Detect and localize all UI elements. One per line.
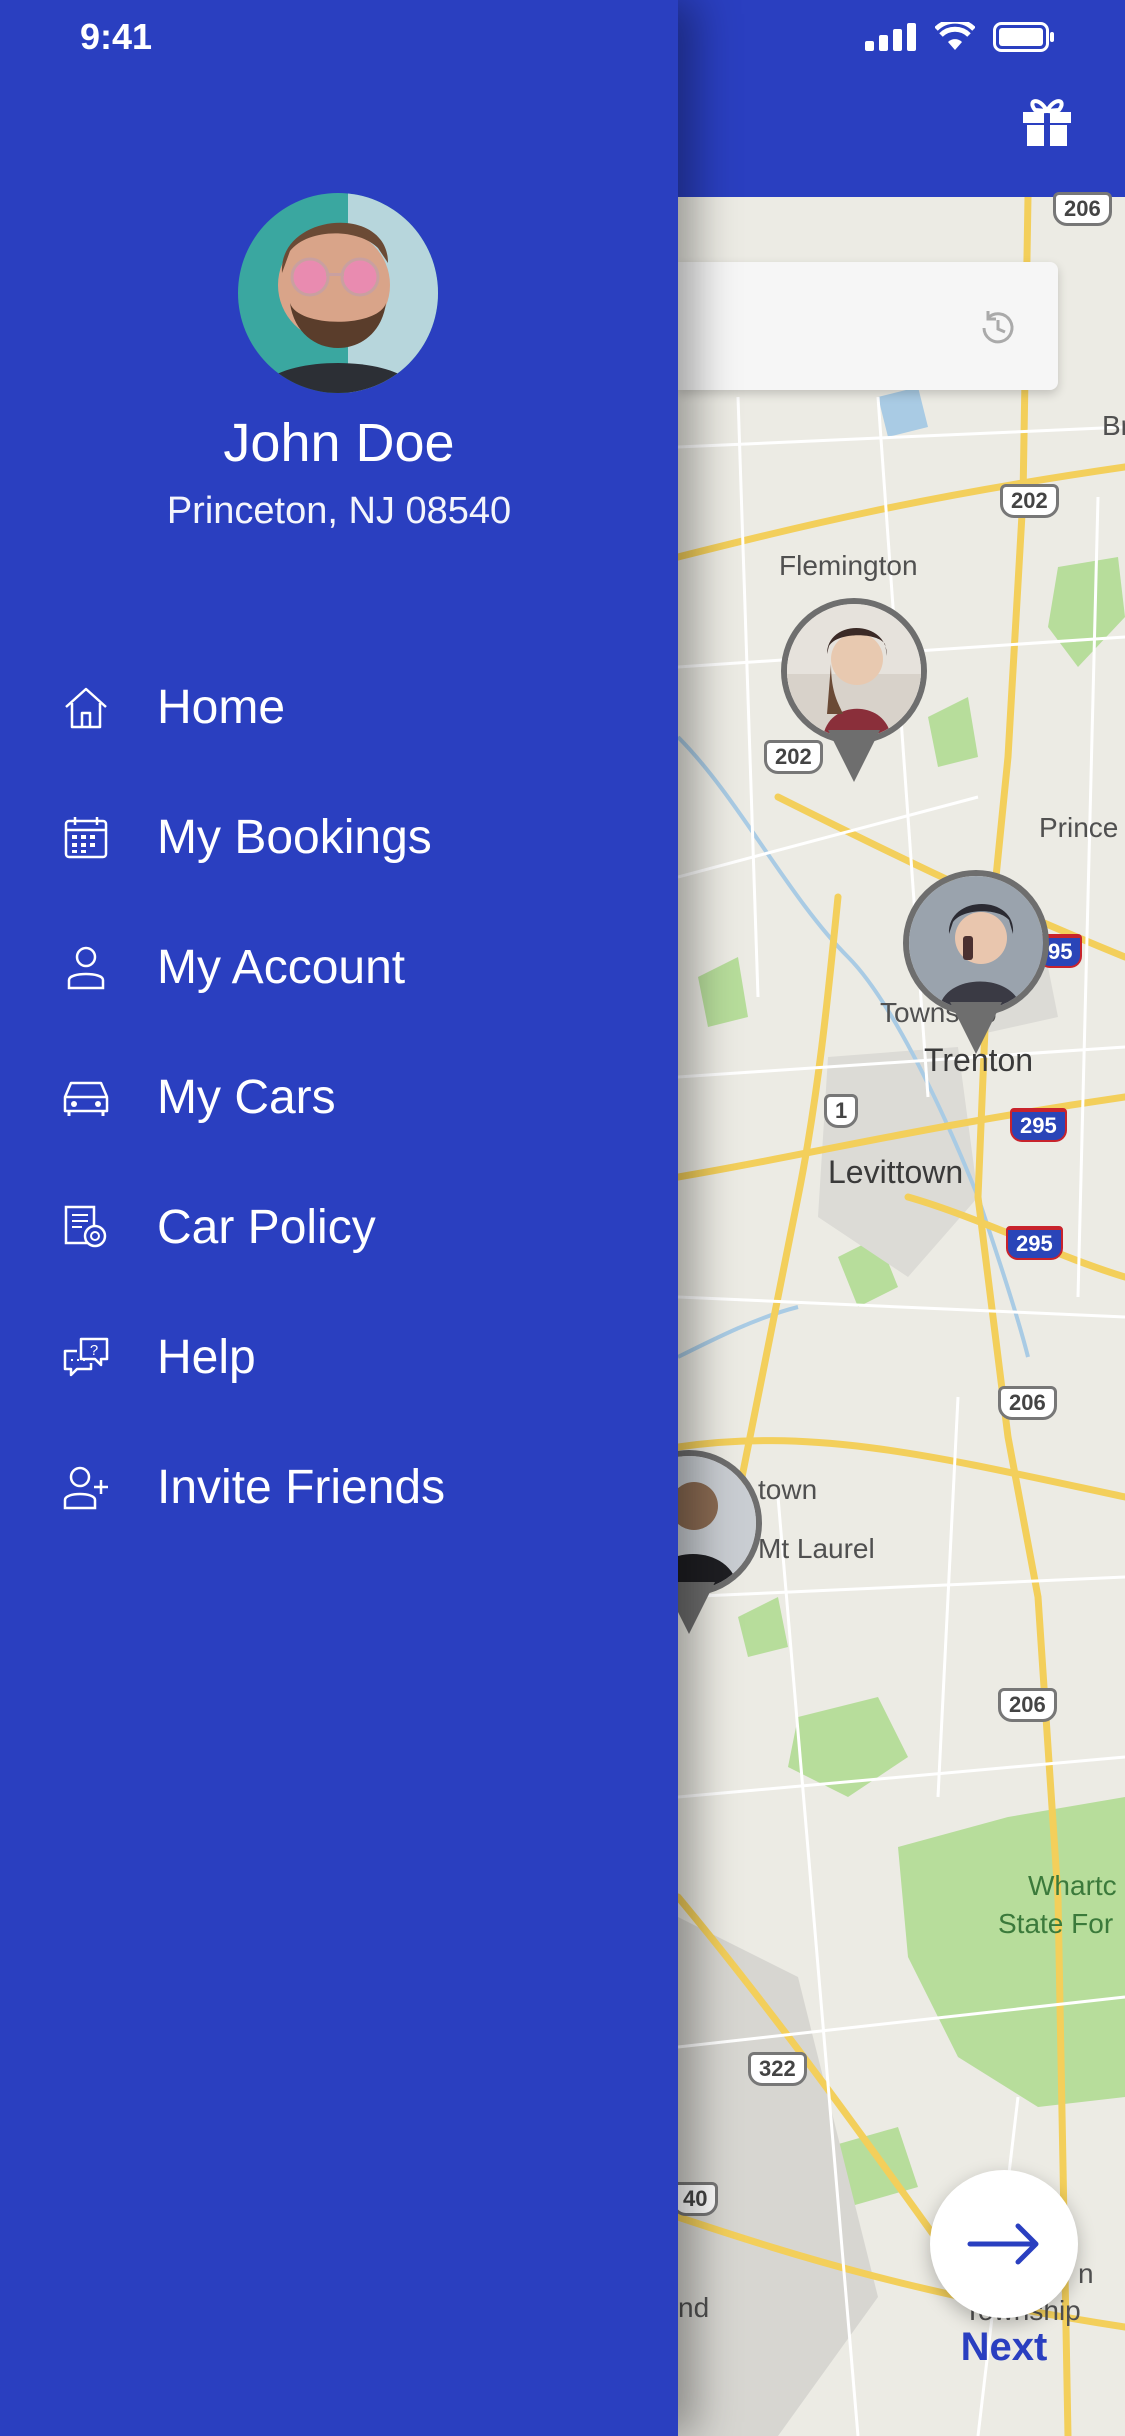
next-button[interactable] xyxy=(930,2170,1078,2318)
map-label: town xyxy=(758,1474,818,1505)
svg-text:?: ? xyxy=(90,1342,98,1359)
calendar-icon xyxy=(60,811,112,863)
menu-item-my-account[interactable]: My Account xyxy=(0,902,678,1032)
map-header xyxy=(678,0,1125,197)
map-label: Prince xyxy=(1039,812,1119,843)
menu-item-label: Help xyxy=(157,1330,256,1384)
menu-item-label: My Bookings xyxy=(157,810,432,864)
menu-item-home[interactable]: Home xyxy=(0,642,678,772)
gift-icon xyxy=(1023,99,1071,146)
user-icon xyxy=(60,941,112,993)
gift-button[interactable] xyxy=(1019,92,1075,148)
search-box[interactable] xyxy=(678,262,1058,390)
route-shield: 202 xyxy=(1000,484,1059,518)
map-label: Flemington xyxy=(779,550,918,581)
menu-item-label: My Account xyxy=(157,940,406,994)
map-label: Mt Laurel xyxy=(758,1533,875,1564)
status-time: 9:41 xyxy=(80,16,153,57)
help-chat-icon: ? xyxy=(60,1331,112,1383)
drawer-menu: Home My Bookings My Account My Cars Car … xyxy=(0,642,678,1552)
user-name: John Doe xyxy=(223,413,455,473)
menu-item-label: Invite Friends xyxy=(157,1460,446,1514)
user-location: Princeton, NJ 08540 xyxy=(166,490,512,532)
menu-item-label: Home xyxy=(157,680,286,734)
map-label: Whartc xyxy=(1028,1870,1117,1901)
side-drawer: 9:41 John Doe Princeton, NJ 08540 Home M… xyxy=(0,0,678,2436)
next-label[interactable]: Next xyxy=(930,2325,1078,2370)
map-canvas xyxy=(678,197,1125,2436)
map-area[interactable]: Flemington Prince Township Trenton Levit… xyxy=(678,0,1125,2436)
driver-photo xyxy=(903,870,1049,1016)
avatar[interactable] xyxy=(238,193,438,393)
map-label: n xyxy=(1078,2258,1094,2289)
map-label: State For xyxy=(998,1908,1114,1939)
driver-photo xyxy=(781,598,927,744)
menu-item-my-cars[interactable]: My Cars xyxy=(0,1032,678,1162)
route-shield: 40 xyxy=(678,2182,719,2216)
policy-icon xyxy=(60,1201,112,1253)
wifi-icon xyxy=(935,22,975,50)
map-label: Levittown xyxy=(828,1154,964,1190)
route-shield: 206 xyxy=(998,1386,1057,1420)
menu-item-my-bookings[interactable]: My Bookings xyxy=(0,772,678,902)
battery-icon xyxy=(993,22,1054,52)
menu-item-label: Car Policy xyxy=(157,1200,376,1254)
pin-tail xyxy=(828,730,880,782)
driver-photo xyxy=(678,1450,762,1596)
route-shield: 1 xyxy=(824,1094,859,1128)
map-label: Br xyxy=(1102,410,1125,441)
route-shield: 206 xyxy=(1053,192,1112,226)
arrow-right-icon xyxy=(967,2223,1039,2265)
car-icon xyxy=(60,1071,112,1123)
menu-item-label: My Cars xyxy=(157,1070,336,1124)
pin-tail xyxy=(678,1582,715,1634)
status-indicators xyxy=(865,22,1055,52)
add-user-icon xyxy=(60,1461,112,1513)
map-label: nd xyxy=(678,2292,710,2323)
menu-item-help[interactable]: ? Help xyxy=(0,1292,678,1422)
menu-item-invite-friends[interactable]: Invite Friends xyxy=(0,1422,678,1552)
menu-item-car-policy[interactable]: Car Policy xyxy=(0,1162,678,1292)
route-shield: 322 xyxy=(748,2052,807,2086)
home-icon xyxy=(60,681,112,733)
map-pin-driver[interactable] xyxy=(903,870,1049,1056)
signal-icon xyxy=(865,23,916,51)
map-pin-driver[interactable] xyxy=(678,1450,762,1636)
route-shield: 295 xyxy=(1006,1226,1063,1260)
route-shield: 295 xyxy=(1010,1108,1067,1142)
map-pin-driver[interactable] xyxy=(781,598,927,784)
history-icon[interactable] xyxy=(976,306,1020,350)
route-shield: 206 xyxy=(998,1688,1057,1722)
pin-tail xyxy=(950,1002,1002,1054)
